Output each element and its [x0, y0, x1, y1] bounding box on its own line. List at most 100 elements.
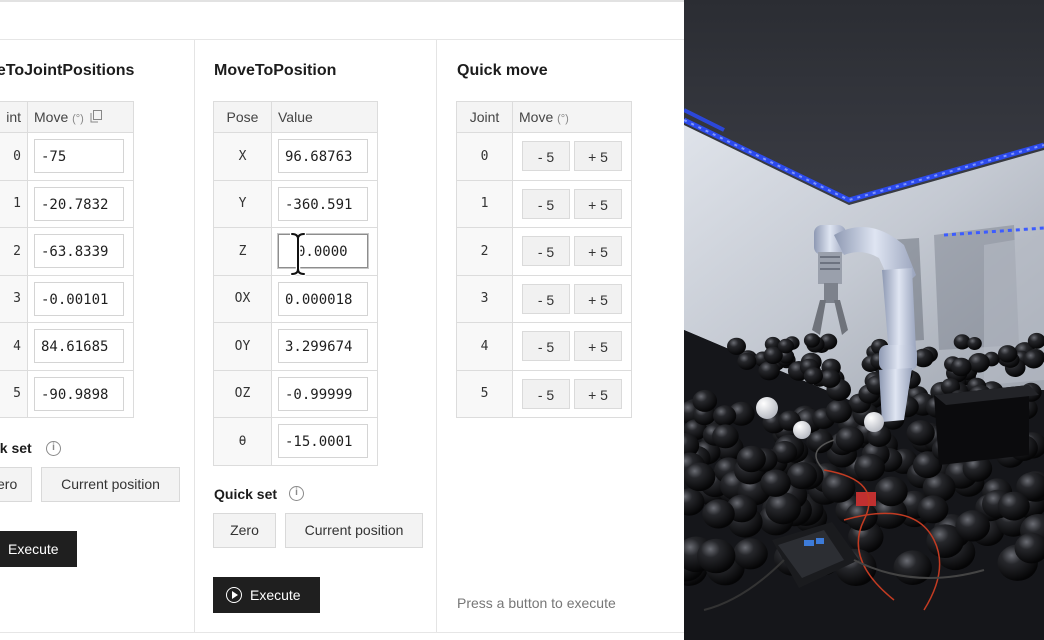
table-row: 3 - 5 + 5 [456, 274, 632, 323]
joint-5-input[interactable]: -90.9898 [34, 376, 124, 411]
joint-value-cell: -20.7832 [27, 179, 134, 228]
copy-icon[interactable] [90, 110, 102, 123]
black-ball [968, 353, 990, 373]
black-ball [854, 453, 885, 482]
column-divider-2 [436, 40, 437, 640]
table-row: 2 - 5 + 5 [456, 227, 632, 276]
move-column-header: Move (°) [27, 101, 134, 133]
pose-label: Z [238, 243, 247, 259]
joint-index-cell: 1 [0, 179, 28, 228]
joint-move-cell: - 5 + 5 [512, 369, 632, 418]
joint-index-cell: 5 [0, 369, 28, 418]
pose-value-cell: 0.0000 [271, 227, 378, 276]
black-ball [760, 469, 791, 497]
joint-index: 4 [13, 338, 21, 354]
top-bar [0, 0, 684, 40]
joint-3-input[interactable]: -0.00101 [34, 281, 124, 316]
bottom-edge [0, 632, 684, 640]
joint-value-cell: -0.00101 [27, 274, 134, 323]
joint-value-cell: -90.9898 [27, 369, 134, 418]
black-ball [835, 426, 865, 453]
pose-x-input[interactable]: 96.68763 [278, 139, 368, 174]
joint-5-minus-button[interactable]: - 5 [522, 378, 570, 409]
joint-index: 5 [13, 386, 21, 402]
text-cursor-icon [290, 232, 306, 276]
move-column-header: Move (°) [512, 101, 632, 133]
pose-value-cell: -0.99999 [271, 369, 378, 418]
black-ball [893, 550, 932, 585]
black-ball [684, 462, 716, 492]
joint-4-minus-button[interactable]: - 5 [522, 331, 570, 362]
pose-value: -360.591 [285, 196, 353, 213]
joint-1-input[interactable]: -20.7832 [34, 186, 124, 221]
table-row: OY 3.299674 [213, 322, 378, 371]
table-row: 2 -63.8339 [0, 227, 134, 276]
middle-zero-button[interactable]: Zero [213, 513, 276, 548]
pose-label: X [238, 148, 247, 164]
pose-oy-input[interactable]: 3.299674 [278, 329, 368, 364]
table-row: 4 84.61685 [0, 322, 134, 371]
joint-2-input[interactable]: -63.8339 [34, 234, 124, 269]
joint-index: 0 [480, 148, 489, 164]
joint-5-plus-button[interactable]: + 5 [574, 378, 622, 409]
joint-0-plus-button[interactable]: + 5 [574, 141, 622, 172]
joint-index-cell: 0 [456, 132, 513, 181]
pose-ox-input[interactable]: 0.000018 [278, 281, 368, 316]
joint-4-input[interactable]: 84.61685 [34, 329, 124, 364]
joint-0-input[interactable]: -75 [34, 139, 124, 174]
pose-label-cell: θ [213, 417, 272, 466]
pose-oz-input[interactable]: -0.99999 [278, 376, 368, 411]
pose-θ-input[interactable]: -15.0001 [278, 424, 368, 459]
execute-hint: Press a button to execute [457, 595, 616, 611]
pose-y-input[interactable]: -360.591 [278, 186, 368, 221]
joint-index: 0 [13, 148, 21, 164]
info-icon[interactable]: i [289, 486, 304, 501]
joint-index-cell: 2 [456, 227, 513, 276]
left-current-position-button[interactable]: Current position [41, 467, 180, 502]
joint-0-minus-button[interactable]: - 5 [522, 141, 570, 172]
pose-label-cell: X [213, 132, 272, 181]
black-ball [736, 445, 766, 473]
joint-1-minus-button[interactable]: - 5 [522, 188, 570, 219]
joint-4-plus-button[interactable]: + 5 [574, 331, 622, 362]
info-icon[interactable]: i [46, 441, 61, 456]
joint-move-cell: - 5 + 5 [512, 179, 632, 228]
pose-value-cell: -15.0001 [271, 417, 378, 466]
joint-index-cell: 1 [456, 179, 513, 228]
pose-label-cell: OX [213, 274, 272, 323]
table-row: 5 -90.9898 [0, 369, 134, 418]
position-table: Pose Value X 96.68763 Y -360.591 Z 0.0000 OX 0.… [213, 101, 378, 466]
table-row: 1 - 5 + 5 [456, 179, 632, 228]
robot-camera-photo [684, 0, 1044, 640]
middle-current-position-button[interactable]: Current position [285, 513, 423, 548]
joint-2-plus-button[interactable]: + 5 [574, 236, 622, 267]
execute-label: Execute [250, 587, 301, 603]
joint-1-plus-button[interactable]: + 5 [574, 188, 622, 219]
pose-value-cell: 96.68763 [271, 132, 378, 181]
pose-label: Y [238, 196, 247, 212]
black-ball [997, 491, 1030, 521]
joint-index-cell: 4 [0, 322, 28, 371]
right-panel-title: Quick move [457, 62, 548, 79]
table-row: θ -15.0001 [213, 417, 378, 466]
joint-index: 3 [480, 291, 489, 307]
middle-execute-button[interactable]: Execute [213, 577, 320, 613]
joint-3-minus-button[interactable]: - 5 [522, 283, 570, 314]
black-ball [713, 405, 737, 427]
middle-quick-set-label: Quick set [214, 486, 278, 502]
joint-index-cell: 0 [0, 132, 28, 181]
joint-3-plus-button[interactable]: + 5 [574, 283, 622, 314]
column-divider-1 [194, 40, 195, 640]
black-ball [950, 357, 972, 377]
joint-index: 2 [480, 243, 489, 259]
pose-value-cell: 3.299674 [271, 322, 378, 371]
pose-label: OX [234, 291, 251, 307]
left-execute-button[interactable]: Execute [0, 531, 77, 567]
joint-index: 2 [13, 243, 21, 259]
joint-column-header: Joint [456, 101, 513, 133]
left-zero-button[interactable]: ero [0, 467, 32, 502]
table-row: OX 0.000018 [213, 274, 378, 323]
joint-index-cell: 3 [0, 274, 28, 323]
joint-2-minus-button[interactable]: - 5 [522, 236, 570, 267]
joint-index: 4 [480, 338, 489, 354]
